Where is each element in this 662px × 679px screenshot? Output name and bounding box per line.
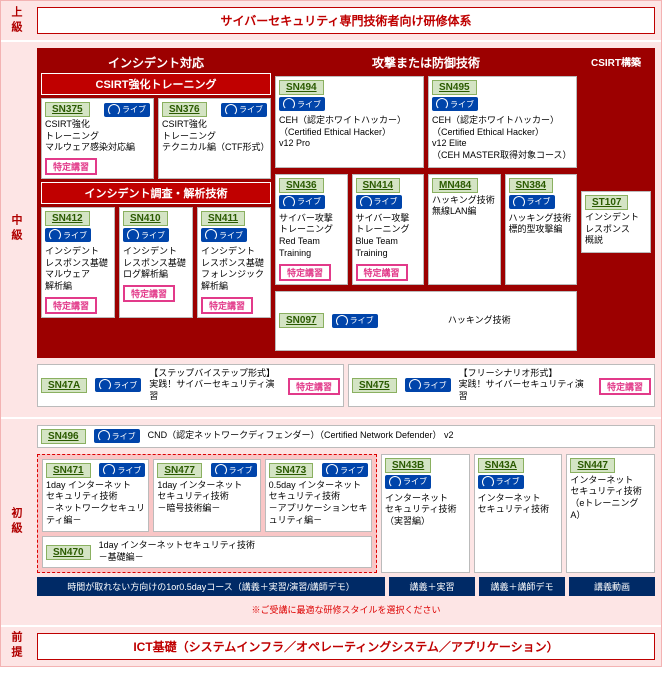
card-sn411[interactable]: SN411 ライブ インシデントレスポンス基礎フォレンジック解析編 特定講習 [197, 207, 271, 318]
prereq-banner: ICT基礎（システムインフラ／オペレーティングシステム／アプリケーション） [37, 633, 655, 660]
card-sn384[interactable]: SN384 ライブ ハッキング技術標的型攻撃編 [505, 174, 578, 285]
beginner-footer-bar: 時間が取れない方向けの1or0.5dayコース（講義＋実習/演習/講師デモ） [37, 577, 385, 596]
level-prereq: 前提 ICT基礎（システムインフラ／オペレーティングシステム／アプリケーション） [1, 627, 661, 666]
mini-label-1: 講義＋実習 [389, 577, 475, 596]
beginner-short-courses: SN471ライブ 1day インターネットセキュリティ技術－ネットワークセキュリ… [37, 454, 377, 573]
card-sn475[interactable]: SN475 ライブ 【フリーシナリオ形式】実践！サイバーセキュリティ演習 特定講… [348, 364, 655, 407]
card-sn436[interactable]: SN436 ライブ サイバー攻撃トレーニングRed TeamTraining 特… [275, 174, 348, 285]
card-st107[interactable]: ST107 インシデントレスポンス概説 [581, 191, 651, 253]
card-sn414[interactable]: SN414 ライブ サイバー攻撃トレーニングBlue TeamTraining … [352, 174, 425, 285]
section-analysis: インシデント調査・解析技術 [41, 182, 271, 204]
card-sn376[interactable]: SN376ライブ CSIRT強化トレーニングテクニカル編（CTF形式） [158, 98, 271, 179]
training-chart: 上級 サイバーセキュリティ専門技術者向け研修体系 中級 インシデント対応 CSI… [0, 0, 662, 667]
level-intermediate: 中級 インシデント対応 CSIRT強化トレーニング SN375ライブ CSIRT… [1, 42, 661, 419]
section-csirt-training: CSIRT強化トレーニング [41, 73, 271, 95]
card-sn410[interactable]: SN410 ライブ インシデントレスポンス基礎ログ解析編 特定講習 [119, 207, 193, 318]
section-attack: 攻撃または防御技術 [275, 52, 577, 73]
card-sn496[interactable]: SN496 ライブ CND（認定ネットワークディフェンダー）（Certified… [37, 425, 655, 448]
level-label-beginner: 初級 [1, 419, 31, 625]
top-banner: サイバーセキュリティ専門技術者向け研修体系 [37, 7, 655, 34]
card-sn473[interactable]: SN473ライブ 0.5day インターネットセキュリティ技術－アプリケーション… [265, 459, 372, 533]
card-sn477[interactable]: SN477ライブ 1day インターネットセキュリティ技術－暗号技術編－ [153, 459, 260, 533]
card-sn494[interactable]: SN494 ライブ CEH（認定ホワイトハッカー）（Certified Ethi… [275, 76, 424, 168]
level-label-intermediate: 中級 [1, 42, 31, 417]
card-sn097[interactable]: SN097 ライブ ハッキング技術 [275, 291, 577, 351]
card-sn43b[interactable]: SN43B ライブ インターネットセキュリティ技術（実習編） [381, 454, 470, 573]
style-note: ※ご受講に最適な研修スタイルを選択ください [37, 600, 655, 619]
card-sn47a[interactable]: SN47A ライブ 【ステップバイステップ形式】実践！サイバーセキュリティ演習 … [37, 364, 344, 407]
card-sn470[interactable]: SN470 1day インターネットセキュリティ技術－基礎編－ [42, 536, 372, 567]
card-sn447[interactable]: SN447 インターネットセキュリティ技術（eトレーニング A） [566, 454, 655, 573]
card-mn484[interactable]: MN484 ハッキング技術無線LAN編 [428, 174, 501, 285]
mini-label-2: 講義＋講師デモ [479, 577, 565, 596]
card-sn495[interactable]: SN495 ライブ CEH（認定ホワイトハッカー）（Certified Ethi… [428, 76, 577, 168]
level-label-prereq: 前提 [1, 627, 31, 666]
card-sn412[interactable]: SN412 ライブ インシデントレスポンス基礎マルウェア解析編 特定講習 [41, 207, 115, 318]
mini-label-3: 講義動画 [569, 577, 655, 596]
section-csirt-build: CSIRT構築 [581, 52, 651, 71]
card-sn471[interactable]: SN471ライブ 1day インターネットセキュリティ技術－ネットワークセキュリ… [42, 459, 149, 533]
level-beginner: 初級 SN496 ライブ CND（認定ネットワークディフェンダー）（Certif… [1, 419, 661, 627]
card-sn43a[interactable]: SN43A ライブ インターネットセキュリティ技術 [474, 454, 563, 573]
card-sn375[interactable]: SN375ライブ CSIRT強化トレーニングマルウェア感染対応編 特定講習 [41, 98, 154, 179]
level-advanced: 上級 サイバーセキュリティ専門技術者向け研修体系 [1, 1, 661, 42]
level-label-advanced: 上級 [1, 1, 31, 40]
section-incident: インシデント対応 [41, 52, 271, 73]
